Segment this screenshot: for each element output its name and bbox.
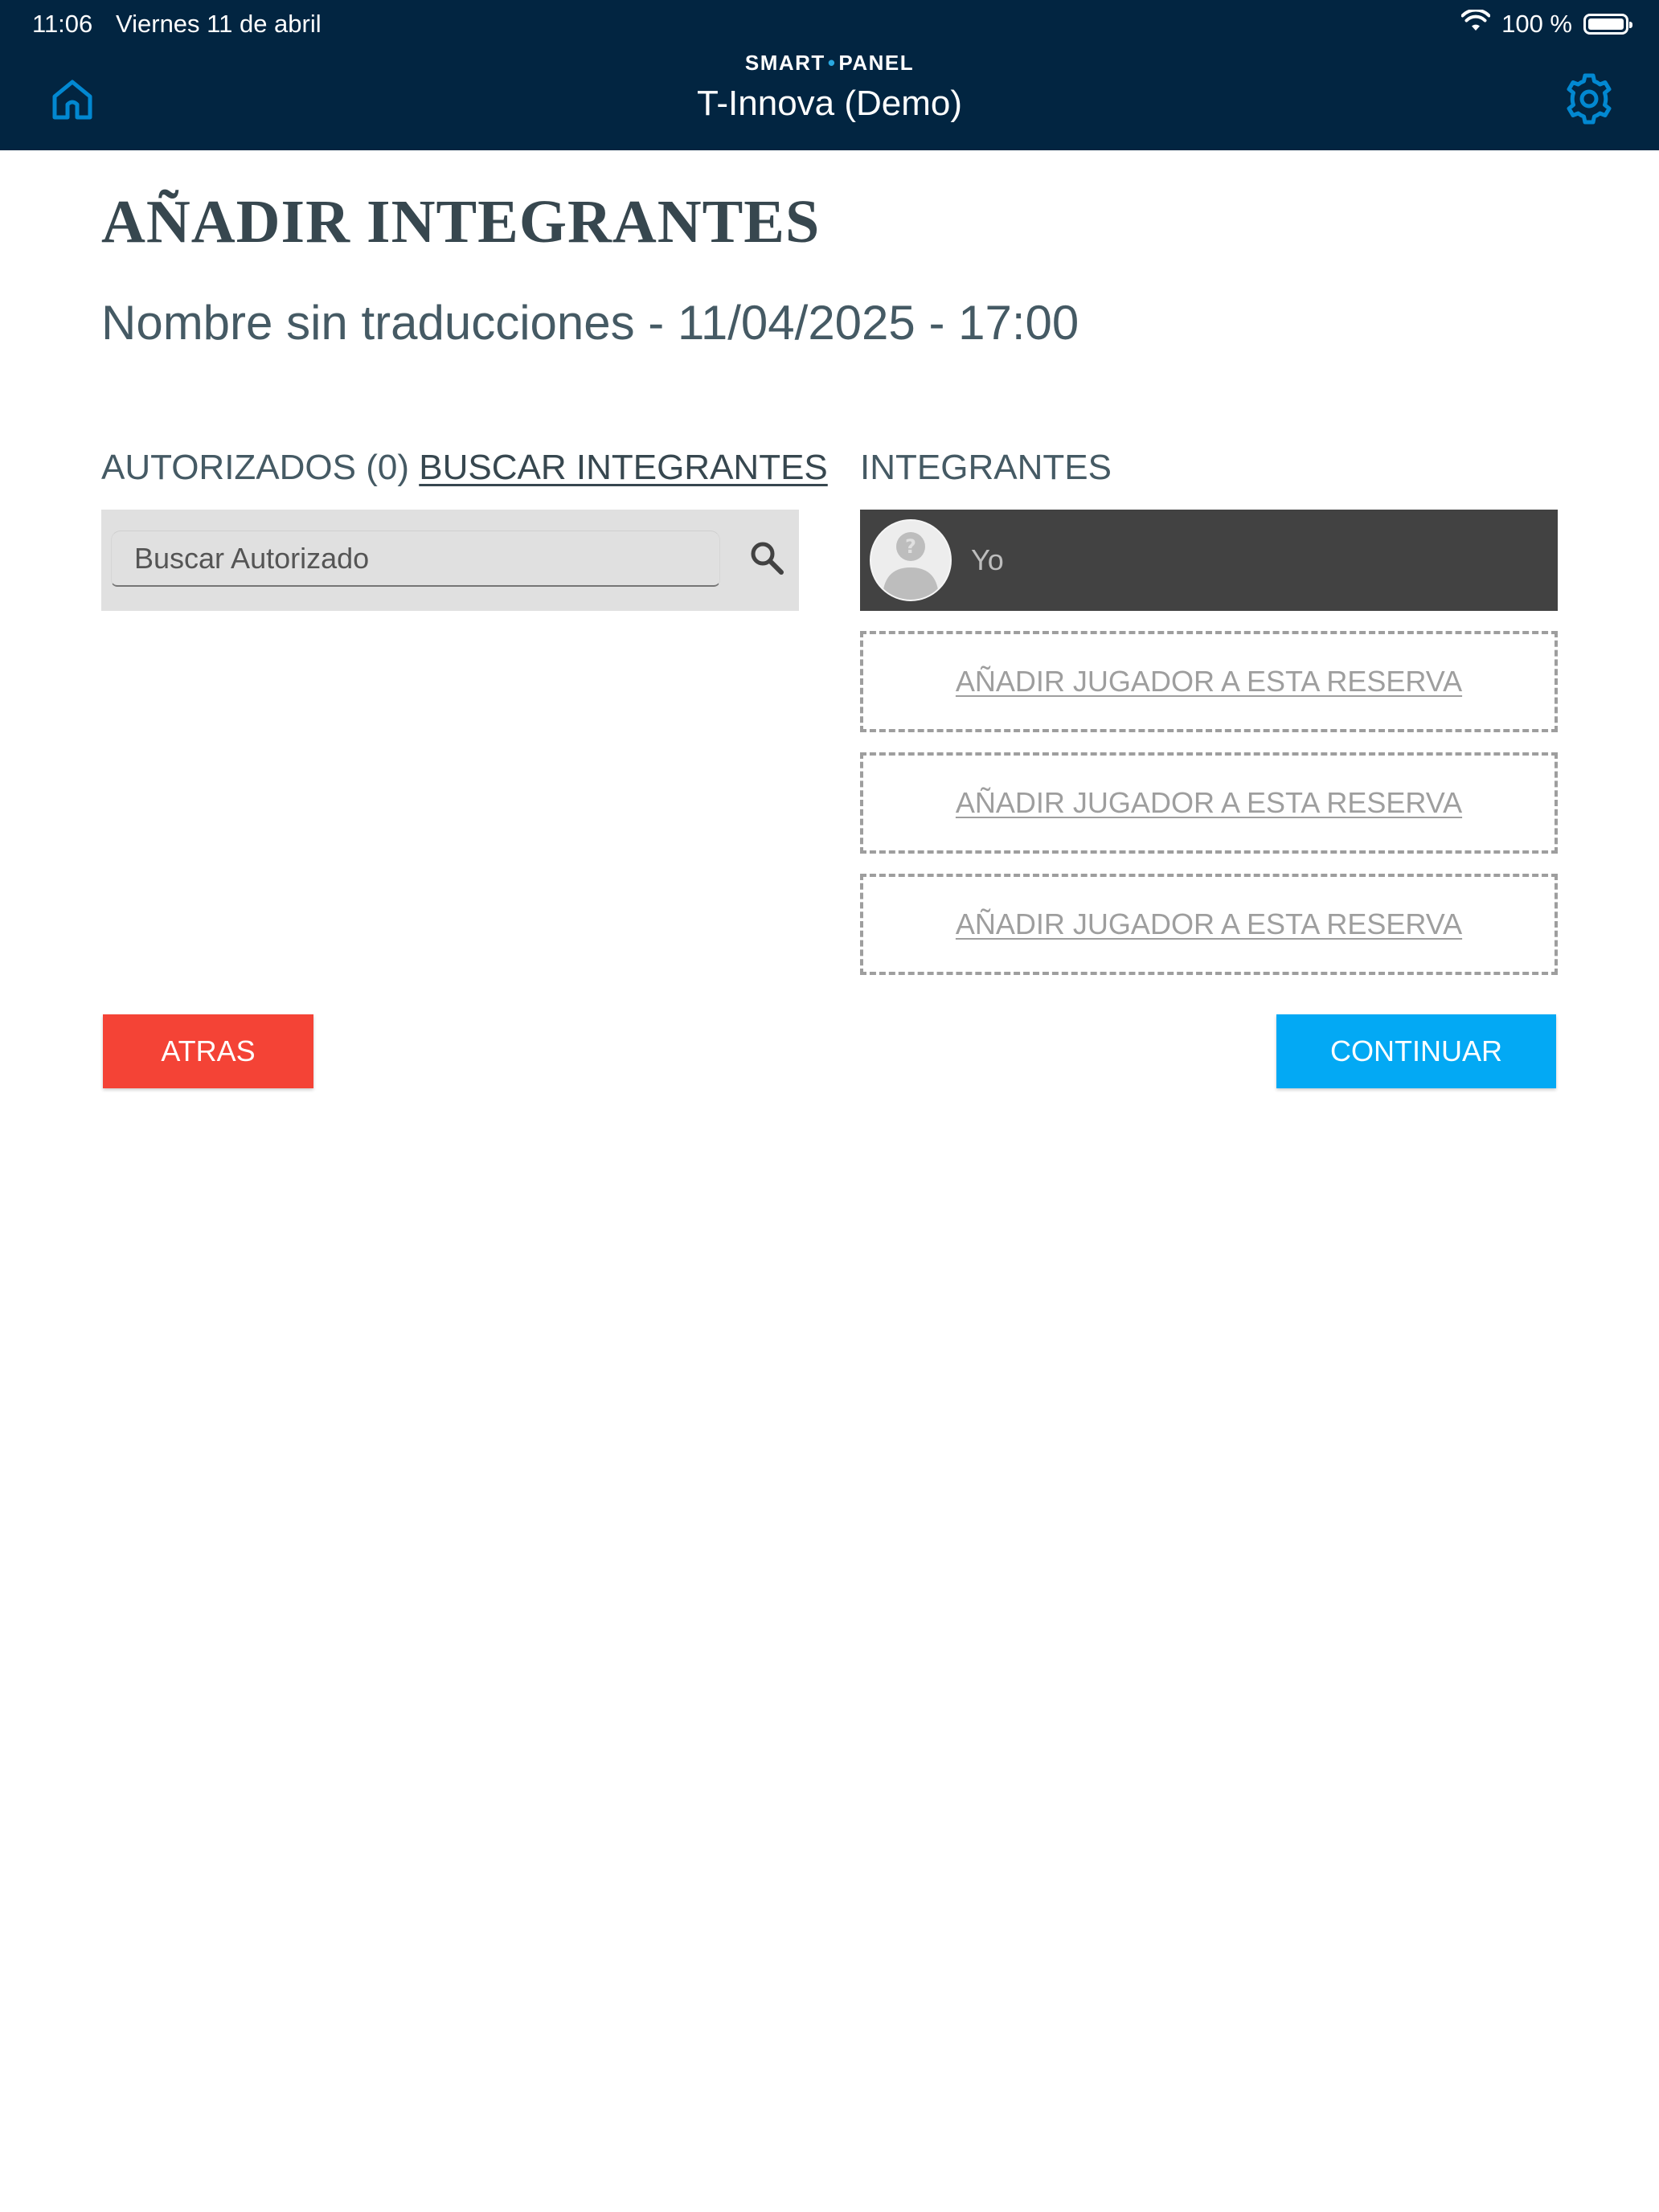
page-title: AÑADIR INTEGRANTES [101,188,821,256]
status-date: Viernes 11 de abril [116,10,322,38]
header-title: T-Innova (Demo) [696,84,963,123]
home-button[interactable] [47,76,98,127]
member-item: ? Yo [860,510,1558,611]
add-player-label: AÑADIR JUGADOR A ESTA RESERVA [955,665,1463,698]
status-indicators: 100 % [1460,8,1632,40]
wifi-icon [1460,8,1491,39]
home-icon [50,77,95,126]
gear-icon [1563,72,1616,129]
add-player-label: AÑADIR JUGADOR A ESTA RESERVA [955,786,1463,819]
reservation-subtitle: Nombre sin traducciones - 11/04/2025 - 1… [101,296,1079,350]
add-player-slot-1[interactable]: AÑADIR JUGADOR A ESTA RESERVA [860,631,1558,732]
continue-button[interactable]: CONTINUAR [1276,1014,1556,1088]
app-header: 11:06 Viernes 11 de abril 100 % SMART • PA… [0,0,1659,150]
add-player-slot-3[interactable]: AÑADIR JUGADOR A ESTA RESERVA [860,874,1558,975]
battery-percent: 100 % [1501,10,1572,38]
search-button[interactable] [743,535,791,584]
user-placeholder-icon: ? [870,519,952,601]
add-player-label: AÑADIR JUGADOR A ESTA RESERVA [955,907,1463,940]
brand-logo: SMART • PANEL [0,50,1659,76]
member-name: Yo [971,543,1004,576]
search-authorized-input[interactable] [111,530,720,587]
brand-left: SMART [744,51,825,75]
search-members-link[interactable]: BUSCAR INTEGRANTES [419,448,828,487]
settings-button[interactable] [1561,72,1617,129]
svg-text:?: ? [905,535,916,558]
authorized-heading: AUTORIZADOS (0) BUSCAR INTEGRANTES [101,444,828,492]
brand-dot: • [827,51,837,75]
back-button[interactable]: ATRAS [103,1014,313,1088]
authorized-search-bar [101,510,799,611]
battery-icon [1583,14,1632,35]
members-heading: INTEGRANTES [860,448,1112,487]
brand-right: PANEL [838,51,915,75]
add-player-slot-2[interactable]: AÑADIR JUGADOR A ESTA RESERVA [860,752,1558,854]
status-time: 11:06 [32,10,93,38]
search-icon [748,539,786,581]
authorized-count-label: AUTORIZADOS (0) [101,448,410,487]
